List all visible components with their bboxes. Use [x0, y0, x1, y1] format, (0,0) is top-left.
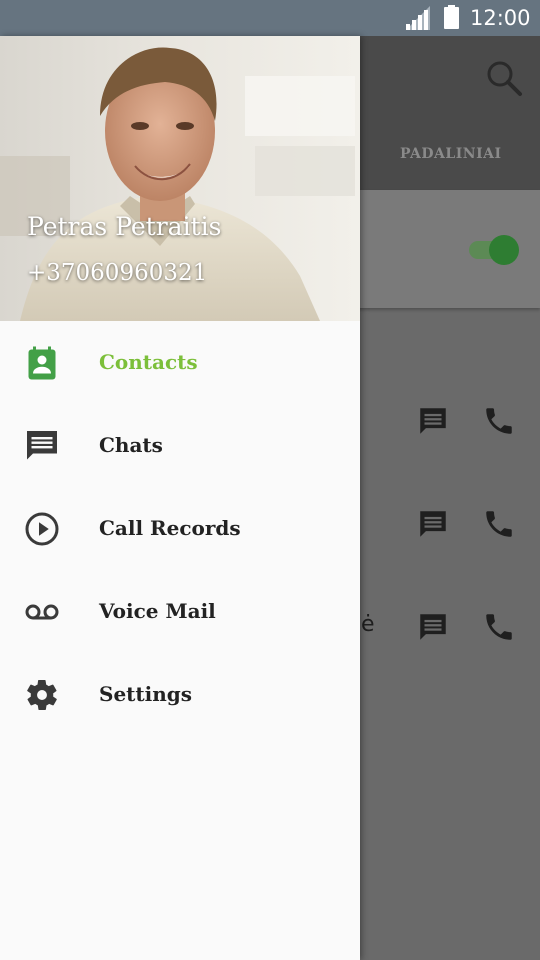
- voicemail-icon: [25, 604, 59, 620]
- play-circle-icon: [25, 512, 59, 546]
- user-phone: +37060960321: [27, 260, 208, 286]
- background-row-text: ė: [361, 612, 375, 637]
- gear-icon: [27, 680, 57, 710]
- message-icon[interactable]: [416, 507, 450, 541]
- menu-item-contacts[interactable]: Contacts: [0, 321, 360, 404]
- menu-item-call-records[interactable]: Call Records: [0, 487, 360, 570]
- tab-padaliniai[interactable]: PADALINIAI: [400, 146, 502, 162]
- signal-icon: [406, 6, 430, 30]
- chat-icon: [27, 431, 57, 460]
- user-name: Petras Petraitis: [27, 212, 222, 241]
- menu-item-label: Chats: [99, 433, 163, 457]
- menu-item-label: Call Records: [99, 516, 241, 540]
- navigation-drawer: Petras Petraitis +37060960321 Contacts C…: [0, 36, 360, 960]
- menu-item-label: Contacts: [99, 350, 198, 374]
- menu-item-voice-mail[interactable]: Voice Mail: [0, 570, 360, 653]
- contacts-icon: [28, 346, 56, 380]
- phone-icon[interactable]: [482, 507, 516, 541]
- phone-icon[interactable]: [482, 404, 516, 438]
- menu-item-settings[interactable]: Settings: [0, 653, 360, 736]
- search-icon[interactable]: [484, 58, 524, 98]
- menu-item-label: Settings: [99, 682, 193, 706]
- message-icon[interactable]: [416, 610, 450, 644]
- menu-item-label: Voice Mail: [99, 599, 216, 623]
- phone-icon[interactable]: [482, 610, 516, 644]
- menu-item-chats[interactable]: Chats: [0, 404, 360, 487]
- message-icon[interactable]: [416, 404, 450, 438]
- status-bar: 12:00: [0, 0, 540, 36]
- battery-icon: [444, 5, 459, 29]
- toggle-switch[interactable]: [469, 235, 519, 265]
- drawer-header: Petras Petraitis +37060960321: [0, 36, 360, 321]
- status-time: 12:00: [470, 6, 531, 30]
